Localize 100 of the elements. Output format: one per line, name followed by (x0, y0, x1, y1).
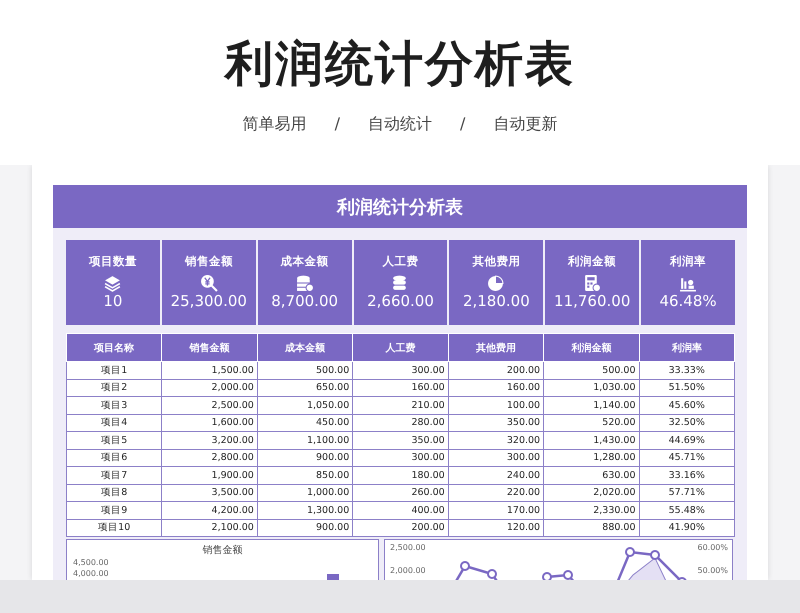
table-cell: 项目1 (66, 362, 162, 379)
summary-value: 8,700.00 (271, 292, 338, 310)
column-header: 利润率 (639, 334, 734, 362)
separator: / (460, 114, 466, 135)
column-header: 利润金额 (544, 334, 640, 362)
table-cell: 100.00 (448, 396, 544, 414)
summary-icon (104, 274, 122, 292)
axis-label: 2,500.00 (390, 542, 426, 553)
table-cell: 45.71% (639, 449, 734, 466)
column-header: 成本金额 (257, 334, 353, 362)
table-cell: 项目2 (66, 379, 162, 396)
table-cell: 2,020.00 (544, 484, 640, 502)
summary-label: 成本金额 (280, 254, 329, 269)
summary-label: 项目数量 (88, 254, 137, 269)
table-cell: 项目10 (66, 519, 162, 536)
table-cell: 900.00 (257, 449, 353, 466)
table-cell: 2,500.00 (162, 396, 258, 414)
table-cell: 350.00 (448, 414, 544, 432)
table-cell: 300.00 (352, 449, 448, 466)
table-cell: 500.00 (544, 362, 640, 379)
table-cell: 200.00 (352, 519, 448, 536)
column-header: 项目名称 (66, 334, 162, 362)
table-cell: 57.71% (639, 484, 734, 502)
summary-value: 2,660.00 (367, 292, 434, 310)
summary-label: 利润率 (670, 254, 706, 269)
table-cell: 1,140.00 (544, 396, 640, 414)
summary-value: 46.48% (659, 292, 717, 310)
summary-label: 其他费用 (472, 254, 520, 269)
table-cell: 1,300.00 (257, 502, 353, 519)
table-cell: 1,100.00 (257, 432, 353, 449)
summary-icon (487, 274, 506, 292)
tagline: 自动更新 (493, 114, 558, 135)
summary-label: 利润金额 (568, 254, 616, 269)
table-cell: 2,000.00 (162, 379, 258, 396)
summary-label: 销售金额 (184, 254, 233, 269)
column-header: 销售金额 (162, 334, 258, 362)
summary-icon (200, 274, 218, 292)
table-cell: 200.00 (448, 362, 544, 379)
table-cell: 630.00 (544, 466, 640, 484)
tagline: 简单易用 (242, 114, 307, 135)
table-cell: 33.33% (639, 362, 734, 379)
table-cell: 1,000.00 (257, 484, 353, 502)
chart-title: 销售金额 (202, 544, 244, 557)
table-cell: 1,900.00 (162, 466, 258, 484)
separator: / (334, 114, 340, 135)
table-cell: 320.00 (448, 432, 544, 449)
table-cell: 55.48% (639, 502, 734, 519)
table-cell: 300.00 (448, 449, 544, 466)
table-cell: 项目5 (66, 432, 162, 449)
table-cell: 1,500.00 (162, 362, 258, 379)
page-title: 利润统计分析表 (225, 35, 575, 94)
summary-icon (583, 274, 602, 292)
summary-value: 2,180.00 (462, 292, 530, 310)
table-cell: 51.50% (639, 379, 734, 396)
table-cell: 210.00 (352, 396, 448, 414)
table-cell: 2,800.00 (162, 449, 258, 466)
table-cell: 项目9 (66, 502, 162, 519)
table-cell: 400.00 (352, 502, 448, 519)
table-cell: 2,330.00 (544, 502, 640, 519)
table-cell: 44.69% (639, 432, 734, 449)
axis-label: 60.00% (697, 542, 728, 553)
summary-value: 11,760.00 (554, 292, 630, 310)
table-cell: 项目7 (66, 466, 162, 484)
table-cell: 900.00 (257, 519, 353, 536)
sheet-title: 利润统计分析表 (53, 185, 747, 228)
table-cell: 项目6 (66, 449, 162, 466)
table-cell: 450.00 (257, 414, 353, 432)
summary-value: 10 (103, 292, 122, 310)
table-cell: 850.00 (257, 466, 353, 484)
table-cell: 41.90% (639, 519, 734, 536)
table-cell: 4,200.00 (162, 502, 258, 519)
table-cell: 220.00 (448, 484, 544, 502)
table-cell: 160.00 (352, 379, 448, 396)
table-cell: 520.00 (544, 414, 640, 432)
axis-label: 4,500.00 (73, 557, 110, 568)
table-cell: 1,050.00 (257, 396, 353, 414)
table-cell: 240.00 (448, 466, 544, 484)
table-cell: 1,430.00 (544, 432, 640, 449)
column-header: 其他费用 (448, 334, 544, 362)
table-cell: 120.00 (448, 519, 544, 536)
table-cell: 260.00 (352, 484, 448, 502)
table-cell: 3,500.00 (162, 484, 258, 502)
table-cell: 项目3 (66, 396, 162, 414)
table-cell: 项目8 (66, 484, 162, 502)
summary-label: 人工费 (382, 254, 418, 269)
table-cell: 180.00 (352, 466, 448, 484)
table-cell: 3,200.00 (162, 432, 258, 449)
table-cell: 160.00 (448, 379, 544, 396)
tagline: 自动统计 (368, 114, 432, 135)
table-cell: 280.00 (352, 414, 448, 432)
axis-label: 2,000.00 (390, 565, 426, 576)
table-cell: 2,100.00 (162, 519, 258, 536)
table-cell: 880.00 (544, 519, 640, 536)
table-cell: 300.00 (352, 362, 448, 379)
column-header: 人工费 (352, 334, 448, 362)
table-cell: 1,600.00 (162, 414, 258, 432)
table-cell: 350.00 (352, 432, 448, 449)
table-cell: 1,030.00 (544, 379, 640, 396)
axis-label: 50.00% (697, 565, 728, 576)
table-cell: 1,280.00 (544, 449, 640, 466)
